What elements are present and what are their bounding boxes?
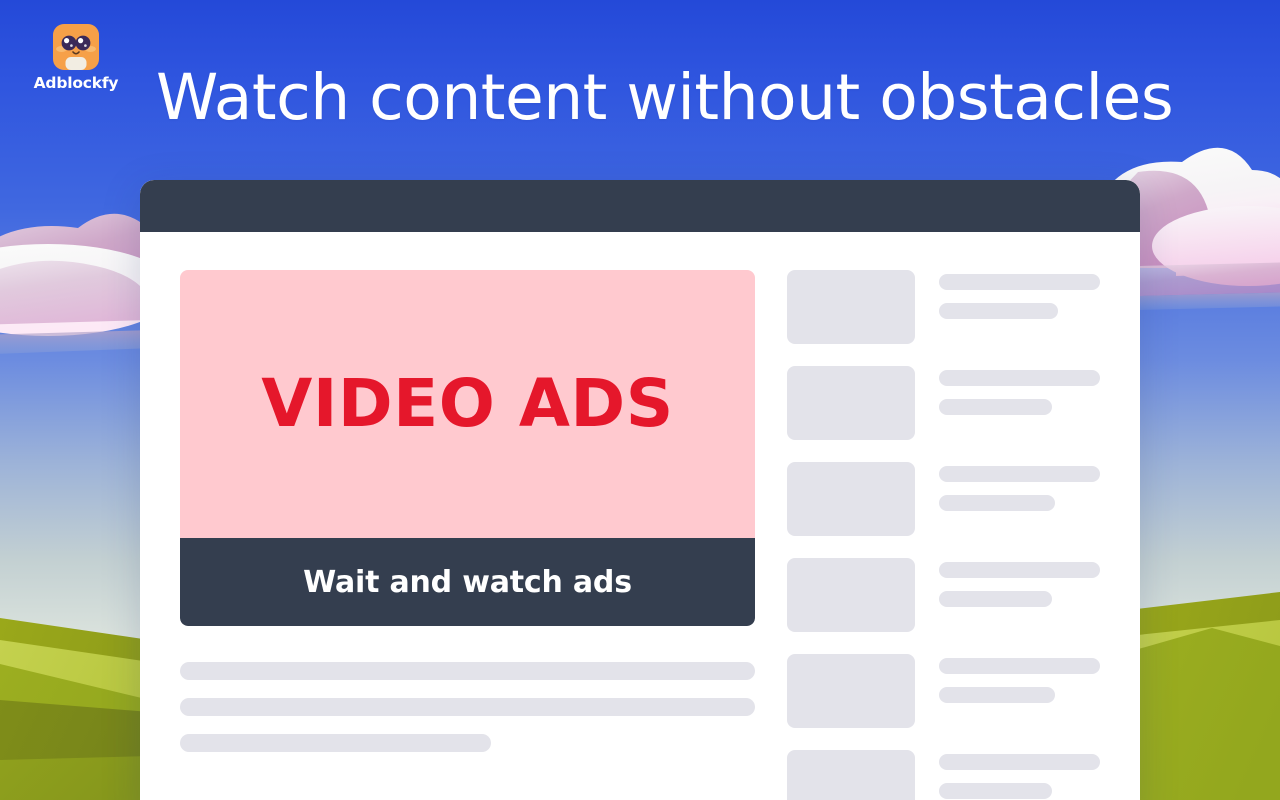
wait-and-watch-label: Wait and watch ads [303,564,632,600]
promo-scene: Adblockfy Watch content without obstacle… [0,0,1280,800]
thumbnail-placeholder [787,654,915,728]
video-column: VIDEO ADS Wait and watch ads [180,270,755,800]
list-item[interactable] [787,366,1100,440]
thumbnail-placeholder [787,270,915,344]
thumbnail-placeholder [787,366,915,440]
video-ad-label: VIDEO ADS [261,365,674,442]
thumbnail-placeholder [787,558,915,632]
skeleton-subtitle [939,687,1055,703]
thumbnail-placeholder [787,462,915,536]
list-item[interactable] [787,558,1100,632]
brand-logo: Adblockfy [28,24,124,92]
description-skeleton [180,662,755,752]
wait-and-watch-bar: Wait and watch ads [180,538,755,626]
skeleton-subtitle [939,783,1052,799]
skeleton-title [939,370,1100,386]
list-item[interactable] [787,270,1100,344]
list-item[interactable] [787,654,1100,728]
list-item-meta [939,750,1100,799]
adblockfy-mascot-icon [53,24,99,70]
brand-name: Adblockfy [33,74,119,92]
browser-titlebar [140,180,1140,232]
skeleton-title [939,274,1100,290]
skeleton-title [939,754,1100,770]
skeleton-line [180,734,491,752]
thumbnail-placeholder [787,750,915,800]
list-item-meta [939,558,1100,607]
list-item-meta [939,462,1100,511]
skeleton-title [939,562,1100,578]
skeleton-subtitle [939,591,1052,607]
skeleton-line [180,698,755,716]
skeleton-line [180,662,755,680]
video-player[interactable]: VIDEO ADS Wait and watch ads [180,270,755,626]
browser-page-content: VIDEO ADS Wait and watch ads [140,232,1140,800]
skeleton-subtitle [939,399,1052,415]
list-item-meta [939,270,1100,319]
list-item-meta [939,366,1100,415]
video-ad-banner[interactable]: VIDEO ADS [180,270,755,538]
hill-left [0,618,150,800]
skeleton-title [939,466,1100,482]
browser-window: VIDEO ADS Wait and watch ads [140,180,1140,800]
list-item-meta [939,654,1100,703]
skeleton-subtitle [939,303,1059,319]
hill-right [1128,592,1280,800]
list-item[interactable] [787,750,1100,800]
page-title: Watch content without obstacles [156,61,1174,134]
skeleton-subtitle [939,495,1055,511]
recommendations-sidebar [787,270,1100,800]
list-item[interactable] [787,462,1100,536]
skeleton-title [939,658,1100,674]
